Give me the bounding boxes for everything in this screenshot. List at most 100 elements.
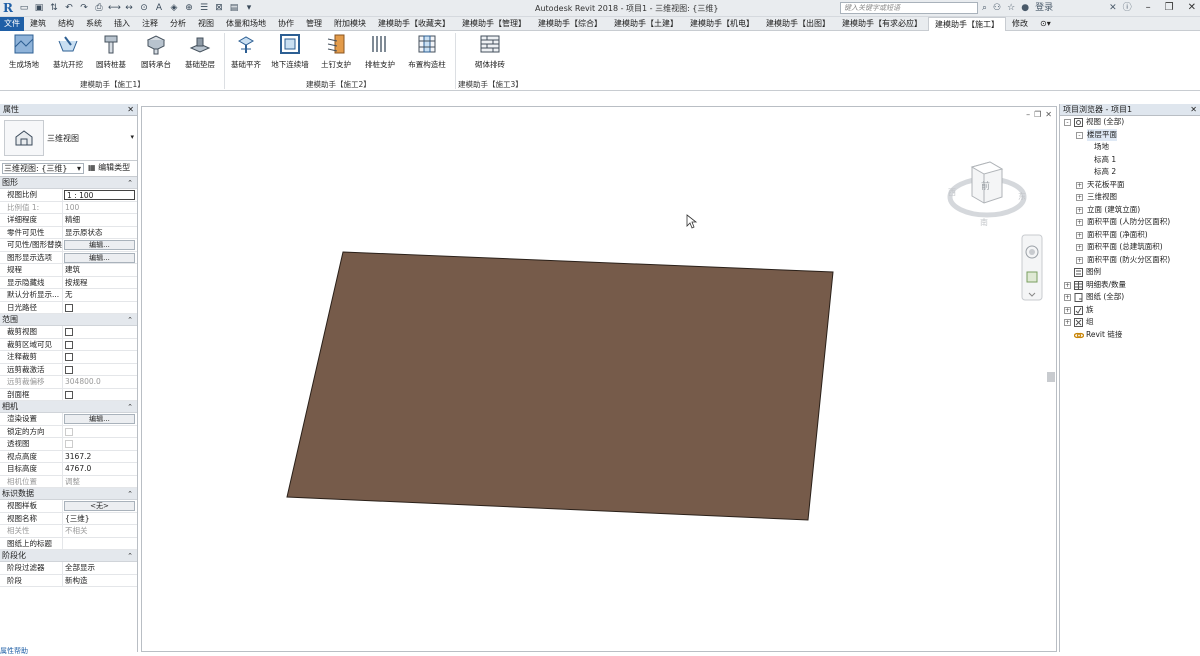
expand-icon[interactable]: + — [1076, 181, 1083, 189]
close-icon[interactable]: ✕ — [127, 104, 134, 116]
section-icon[interactable]: ⊕ — [183, 3, 195, 14]
edit-button[interactable]: 编辑... — [64, 240, 135, 250]
tree-item[interactable]: Revit 链接 — [1060, 329, 1200, 342]
property-value[interactable]: 新构造 — [63, 575, 137, 587]
tab-collaborate[interactable]: 协作 — [272, 17, 300, 31]
chevron-down-icon[interactable]: ▾ — [130, 133, 134, 141]
collapse-icon[interactable]: - — [1064, 119, 1071, 126]
edit-button[interactable]: 编辑... — [64, 414, 135, 424]
save-icon[interactable]: ▣ — [33, 3, 45, 14]
tab-assist-request[interactable]: 建模助手【有求必应】 — [836, 17, 928, 31]
tab-analyze[interactable]: 分析 — [164, 17, 192, 31]
expand-icon[interactable]: + — [1076, 256, 1083, 264]
property-value[interactable]: 按规程 — [63, 277, 137, 289]
edit-button[interactable]: 编辑... — [64, 252, 135, 263]
scrollbar-thumb[interactable] — [1047, 372, 1055, 382]
expand-icon[interactable]: + — [1064, 319, 1071, 326]
tree-item[interactable]: 标高 1 — [1060, 154, 1200, 167]
expand-icon[interactable]: + — [1076, 231, 1083, 239]
tab-assist-construction[interactable]: 建模助手【施工】 — [928, 16, 1006, 32]
search-input[interactable]: 键入关键字或短语 — [840, 2, 978, 14]
undo-icon[interactable]: ↶ — [63, 3, 75, 14]
tab-assist-mep[interactable]: 建模助手【机电】 — [684, 17, 760, 31]
tag-icon[interactable]: ⊙ — [138, 3, 150, 14]
property-value[interactable]: {三维} — [63, 513, 137, 525]
tree-item[interactable]: - 视图 (全部) — [1060, 116, 1200, 129]
tab-modify[interactable]: 修改 — [1006, 17, 1034, 31]
property-section-header[interactable]: 标识数据 ⌃ — [0, 488, 137, 500]
brick-button[interactable]: 砌体排砖 — [468, 33, 512, 70]
expand-icon[interactable]: + — [1064, 294, 1071, 301]
pile-cap-button[interactable]: 圆转承台 — [134, 33, 178, 70]
tree-item[interactable]: + 面积平面 (防火分区面积) — [1060, 254, 1200, 267]
pile-button[interactable]: 圆转桩基 — [89, 33, 133, 70]
collapse-icon[interactable]: ⌃ — [127, 177, 133, 189]
tree-item[interactable]: + 天花板平面 — [1060, 179, 1200, 192]
switch-windows-icon[interactable]: ▤ — [228, 3, 240, 14]
tab-assist-civil[interactable]: 建模助手【土建】 — [608, 17, 684, 31]
help-icon[interactable]: ⓘ — [1123, 2, 1132, 14]
property-value[interactable]: 3167.2 — [63, 451, 137, 463]
close-icon[interactable]: ✕ — [1190, 104, 1197, 116]
align-foundation-button[interactable]: 基础平齐 — [224, 33, 268, 70]
diaphragm-wall-button[interactable]: 地下连续墙 — [268, 33, 312, 70]
tree-item[interactable]: + 族 — [1060, 304, 1200, 317]
checkbox[interactable] — [65, 340, 73, 349]
tree-item[interactable]: + 面积平面 (人防分区面积) — [1060, 216, 1200, 229]
close-hidden-icon[interactable]: ⊠ — [213, 3, 225, 14]
excavation-button[interactable]: 基坑开挖 — [46, 33, 90, 70]
site-button[interactable]: 生成场地 — [2, 33, 46, 70]
exchange-icon[interactable]: ✕ — [1109, 2, 1117, 14]
user-icon[interactable]: ● — [1021, 2, 1029, 14]
tree-item[interactable]: + 立面 (建筑立面) — [1060, 204, 1200, 217]
tab-insert[interactable]: 插入 — [108, 17, 136, 31]
property-value[interactable]: 无 — [63, 289, 137, 301]
tab-annotate[interactable]: 注释 — [136, 17, 164, 31]
revit-logo[interactable]: R — [3, 1, 15, 15]
tab-systems[interactable]: 系统 — [80, 17, 108, 31]
tree-item[interactable]: - 楼层平面 — [1060, 128, 1200, 141]
tree-item[interactable]: + 明细表/数量 — [1060, 279, 1200, 292]
tree-item[interactable]: + 组 — [1060, 316, 1200, 329]
cushion-button[interactable]: 基础垫层 — [178, 33, 222, 70]
measure-icon[interactable]: ⟷ — [108, 3, 121, 14]
tree-item[interactable]: 标高 2 — [1060, 166, 1200, 179]
restore-icon[interactable]: ❐ — [1165, 1, 1174, 15]
tree-item[interactable]: + 图纸 (全部) — [1060, 291, 1200, 304]
viewcube[interactable]: 前 西 东 南 — [947, 161, 1027, 227]
tab-structure[interactable]: 结构 — [52, 17, 80, 31]
collapse-icon[interactable]: ⌃ — [127, 314, 133, 326]
ribbon-options-icon[interactable]: ⊙▾ — [1034, 17, 1057, 31]
tab-view[interactable]: 视图 — [192, 17, 220, 31]
checkbox[interactable] — [65, 328, 73, 336]
property-section-header[interactable]: 相机 ⌃ — [0, 401, 137, 413]
view-scrollbar[interactable] — [1046, 106, 1056, 652]
instance-filter-select[interactable]: 三维视图: {三维} ▾ — [2, 163, 84, 174]
checkbox[interactable] — [65, 353, 73, 361]
collapse-icon[interactable]: ⌃ — [127, 401, 133, 413]
collapse-icon[interactable]: - — [1076, 131, 1083, 139]
expand-icon[interactable]: + — [1076, 194, 1083, 201]
view-canvas[interactable]: – ❐ ✕ 前 西 东 南 — [141, 106, 1057, 652]
property-value[interactable]: 4767.0 — [63, 463, 137, 475]
close-icon[interactable]: ✕ — [1188, 1, 1196, 15]
print-icon[interactable]: ⎙ — [93, 3, 105, 14]
redo-icon[interactable]: ↷ — [78, 3, 90, 14]
collapse-icon[interactable]: ⌃ — [127, 550, 133, 562]
column-button[interactable]: 布置构造柱 — [405, 33, 449, 70]
property-value[interactable]: 1 : 100 — [64, 190, 135, 200]
property-value[interactable]: 显示原状态 — [63, 227, 137, 239]
tab-addins[interactable]: 附加模块 — [328, 17, 372, 31]
property-section-header[interactable]: 阶段化 ⌃ — [0, 550, 137, 562]
expand-icon[interactable]: + — [1076, 219, 1083, 226]
tab-assist-general[interactable]: 建模助手【综合】 — [532, 17, 608, 31]
expand-icon[interactable]: + — [1064, 306, 1071, 314]
binoculars-icon[interactable]: ⌕ — [982, 2, 987, 14]
text-icon[interactable]: A — [153, 3, 165, 14]
property-value[interactable]: 建筑 — [63, 264, 137, 276]
property-section-header[interactable]: 图形 ⌃ — [0, 177, 137, 189]
tree-item[interactable]: + 面积平面 (总建筑面积) — [1060, 241, 1200, 254]
minimize-icon[interactable]: – — [1146, 1, 1151, 15]
thin-lines-icon[interactable]: ☰ — [198, 3, 210, 14]
collapse-icon[interactable]: ⌃ — [127, 488, 133, 500]
